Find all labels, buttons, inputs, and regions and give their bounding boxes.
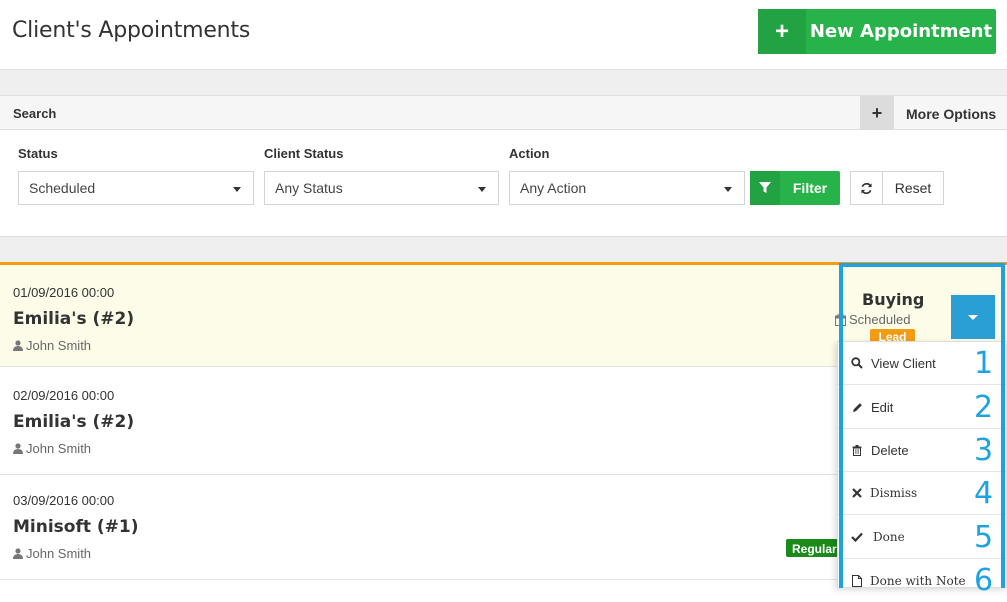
caret-down-icon — [724, 187, 732, 192]
regular-badge: Regular — [786, 539, 838, 557]
menu-item-label: Dismiss — [870, 486, 918, 500]
check-icon — [850, 530, 864, 544]
client-status-select[interactable]: Any Status — [264, 171, 499, 205]
appointment-user-name: John Smith — [26, 338, 92, 353]
appointment-date: 01/09/2016 00:00 — [13, 285, 115, 300]
more-options-link[interactable]: More Options — [906, 106, 996, 122]
x-icon — [850, 486, 864, 500]
user-icon — [13, 443, 23, 454]
page-header: Client's Appointments + New Appointment — [0, 0, 1007, 70]
annotation-number: 2 — [974, 389, 994, 425]
search-header: Search + More Options — [0, 95, 1007, 130]
appointment-user: John Smith — [13, 338, 91, 353]
separator-band — [0, 236, 1007, 262]
status-select-value: Scheduled — [29, 180, 96, 196]
menu-item-label: Done — [873, 530, 905, 544]
menu-item-view-client[interactable]: View Client 1 — [838, 342, 1007, 385]
appointment-user-name: John Smith — [26, 546, 92, 561]
reset-button-label: Reset — [894, 180, 932, 196]
appointment-user: John Smith — [13, 441, 91, 456]
status-select[interactable]: Scheduled — [18, 171, 254, 205]
actions-menu: View Client 1 Edit 2 Delete 3 Dismiss 4 … — [837, 341, 1007, 598]
caret-down-icon — [233, 187, 241, 192]
menu-item-done-with-note[interactable]: Done with Note 6 — [838, 559, 1007, 602]
appointment-status-text: Scheduled — [849, 312, 911, 327]
new-appointment-label: New Appointment — [809, 21, 993, 42]
annotation-number: 6 — [974, 563, 994, 598]
user-icon — [13, 340, 23, 351]
appointment-name[interactable]: Emilia's (#2) — [13, 309, 134, 329]
appointment-name[interactable]: Emilia's (#2) — [13, 412, 134, 432]
filter-panel: Status Scheduled Client Status Any Statu… — [0, 130, 1007, 236]
annotation-number: 3 — [974, 432, 994, 468]
menu-item-dismiss[interactable]: Dismiss 4 — [838, 472, 1007, 515]
actions-dropdown-toggle[interactable] — [951, 295, 995, 339]
action-select[interactable]: Any Action — [509, 171, 745, 205]
reset-button[interactable]: Reset — [850, 171, 944, 205]
menu-item-label: Done with Note — [870, 573, 966, 588]
funnel-icon — [750, 171, 780, 205]
annotation-number: 5 — [974, 519, 994, 555]
action-select-value: Any Action — [520, 180, 587, 196]
client-status-select-value: Any Status — [275, 180, 343, 196]
filter-button-label: Filter — [792, 180, 828, 196]
menu-item-delete[interactable]: Delete 3 — [838, 429, 1007, 472]
new-appointment-button[interactable]: + New Appointment — [758, 9, 996, 54]
client-status-label: Client Status — [264, 146, 344, 161]
annotation-number: 4 — [974, 475, 994, 511]
caret-down-icon — [968, 314, 978, 320]
appointment-user: John Smith — [13, 546, 91, 561]
appointment-user-name: John Smith — [26, 441, 92, 456]
user-icon — [13, 548, 23, 559]
file-icon — [850, 574, 864, 588]
search-title: Search — [13, 106, 57, 121]
appointment-type: Buying — [862, 290, 925, 309]
plus-icon: + — [758, 9, 806, 54]
refresh-icon — [851, 172, 883, 204]
menu-item-done[interactable]: Done 5 — [838, 516, 1007, 559]
search-icon — [850, 356, 864, 370]
caret-down-icon — [478, 187, 486, 192]
annotation-number: 1 — [974, 345, 994, 381]
appointment-date: 02/09/2016 00:00 — [13, 388, 115, 403]
page-title: Client's Appointments — [12, 18, 251, 43]
status-label: Status — [18, 146, 58, 161]
appointment-status: Scheduled — [835, 312, 910, 327]
more-options-plus-icon[interactable]: + — [860, 96, 894, 130]
menu-item-label: Edit — [871, 399, 894, 415]
appointment-date: 03/09/2016 00:00 — [13, 493, 115, 508]
filter-button[interactable]: Filter — [750, 171, 840, 205]
separator-band — [0, 70, 1007, 96]
menu-item-label: Delete — [871, 442, 909, 458]
menu-item-edit[interactable]: Edit 2 — [838, 386, 1007, 429]
trash-icon — [850, 443, 864, 457]
action-label: Action — [509, 146, 550, 161]
appointment-name[interactable]: Minisoft (#1) — [13, 517, 139, 537]
menu-item-label: View Client — [871, 355, 936, 371]
calendar-icon — [835, 313, 846, 326]
pencil-icon — [850, 400, 864, 414]
